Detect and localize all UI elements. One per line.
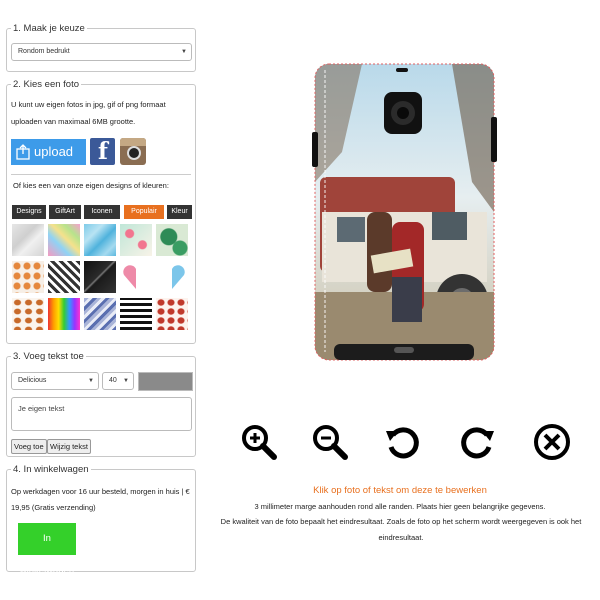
step2-panel: 2. Kies een foto U kunt uw eigen fotos i…	[6, 79, 196, 344]
custom-text-placeholder: Je eigen tekst	[18, 404, 65, 413]
facebook-button[interactable]: f	[90, 138, 115, 165]
step1-legend: 1. Maak je keuze	[11, 23, 87, 34]
custom-text-input[interactable]: Je eigen tekst	[11, 397, 192, 431]
design-tile-donuts[interactable]	[12, 261, 44, 293]
divider	[11, 174, 191, 175]
add-to-cart-button[interactable]: In winkelwagen	[18, 523, 76, 576]
edit-text-button[interactable]: Wijzig tekst	[47, 439, 91, 454]
font-value: Delicious	[18, 377, 47, 384]
chevron-down-icon: ▼	[123, 378, 129, 384]
rotate-left-icon[interactable]	[384, 423, 422, 461]
heart-icon	[123, 265, 136, 289]
design-tile-blue-chevron[interactable]	[84, 298, 116, 330]
close-icon[interactable]	[533, 423, 571, 461]
design-tabs: Designs GiftArt Iconen Populair Kleur	[12, 205, 192, 219]
heart-icon	[172, 265, 185, 289]
instagram-button[interactable]	[120, 138, 146, 165]
tab-giftart[interactable]: GiftArt	[49, 205, 81, 219]
margin-note: 3 millimeter marge aanhouden rond alle r…	[254, 502, 546, 511]
phone-case-illustration	[312, 63, 497, 361]
design-tile-heart-blue[interactable]	[156, 261, 188, 293]
print-type-select[interactable]: Rondom bedrukt ▼	[11, 43, 192, 61]
step4-panel: 4. In winkelwagen Op werkdagen voor 16 u…	[6, 464, 196, 576]
print-type-value: Rondom bedrukt	[18, 48, 70, 55]
tab-populair[interactable]: Populair	[124, 205, 164, 219]
step4-legend: 4. In winkelwagen	[11, 464, 91, 475]
zoom-in-icon[interactable]	[240, 423, 278, 461]
designs-intro-text: Of kies een van onze eigen designs of kl…	[13, 181, 169, 190]
text-color-picker[interactable]	[138, 372, 193, 391]
design-grid	[12, 224, 192, 334]
design-tile-black-marble[interactable]	[84, 261, 116, 293]
step3-legend: 3. Voeg tekst toe	[11, 351, 86, 362]
facebook-icon: f	[98, 138, 108, 165]
font-size-select[interactable]: 40 ▼	[102, 372, 134, 390]
add-text-button[interactable]: Voeg toe	[11, 439, 47, 454]
design-tile-blue-triangles[interactable]	[84, 224, 116, 256]
quality-note: De kwaliteit van de foto bepaalt het ein…	[220, 517, 582, 542]
upload-icon	[16, 144, 30, 160]
design-tile-paint-drips[interactable]	[48, 298, 80, 330]
rotate-right-icon[interactable]	[458, 423, 496, 461]
step1-panel: 1. Maak je keuze Rondom bedrukt ▼	[6, 23, 196, 72]
design-tile-geometric[interactable]	[48, 224, 80, 256]
upload-button[interactable]: upload	[11, 139, 86, 165]
font-select[interactable]: Delicious ▼	[11, 372, 99, 390]
design-tile-flamingos[interactable]	[120, 224, 152, 256]
step2-legend: 2. Kies een foto	[11, 79, 82, 90]
design-tile-chevron[interactable]	[48, 261, 80, 293]
upload-label: upload	[34, 144, 74, 159]
font-size-value: 40	[109, 377, 117, 384]
shipping-info: Op werkdagen voor 16 uur besteld, morgen…	[11, 487, 190, 512]
upload-intro-text: U kunt uw eigen fotos in jpg, gif of png…	[11, 100, 166, 126]
phone-case-preview[interactable]	[312, 62, 497, 362]
edit-hint: Klik op foto of tekst om deze te bewerke…	[313, 485, 487, 496]
tab-iconen[interactable]: Iconen	[84, 205, 120, 219]
design-tile-feathers[interactable]	[12, 298, 44, 330]
step3-panel: 3. Voeg tekst toe Delicious ▼ 40 ▼ Je ei…	[6, 351, 196, 457]
design-tile-palm-leaves[interactable]	[156, 224, 188, 256]
design-tile-stripes[interactable]	[120, 298, 152, 330]
tab-designs[interactable]: Designs	[12, 205, 46, 219]
tab-kleur[interactable]: Kleur	[167, 205, 192, 219]
chevron-down-icon: ▼	[181, 49, 187, 55]
chevron-down-icon: ▼	[88, 378, 94, 384]
design-tile-marble[interactable]	[12, 224, 44, 256]
design-tile-lips[interactable]	[156, 298, 188, 330]
zoom-out-icon[interactable]	[311, 423, 349, 461]
design-tile-heart-pink[interactable]	[120, 261, 152, 293]
